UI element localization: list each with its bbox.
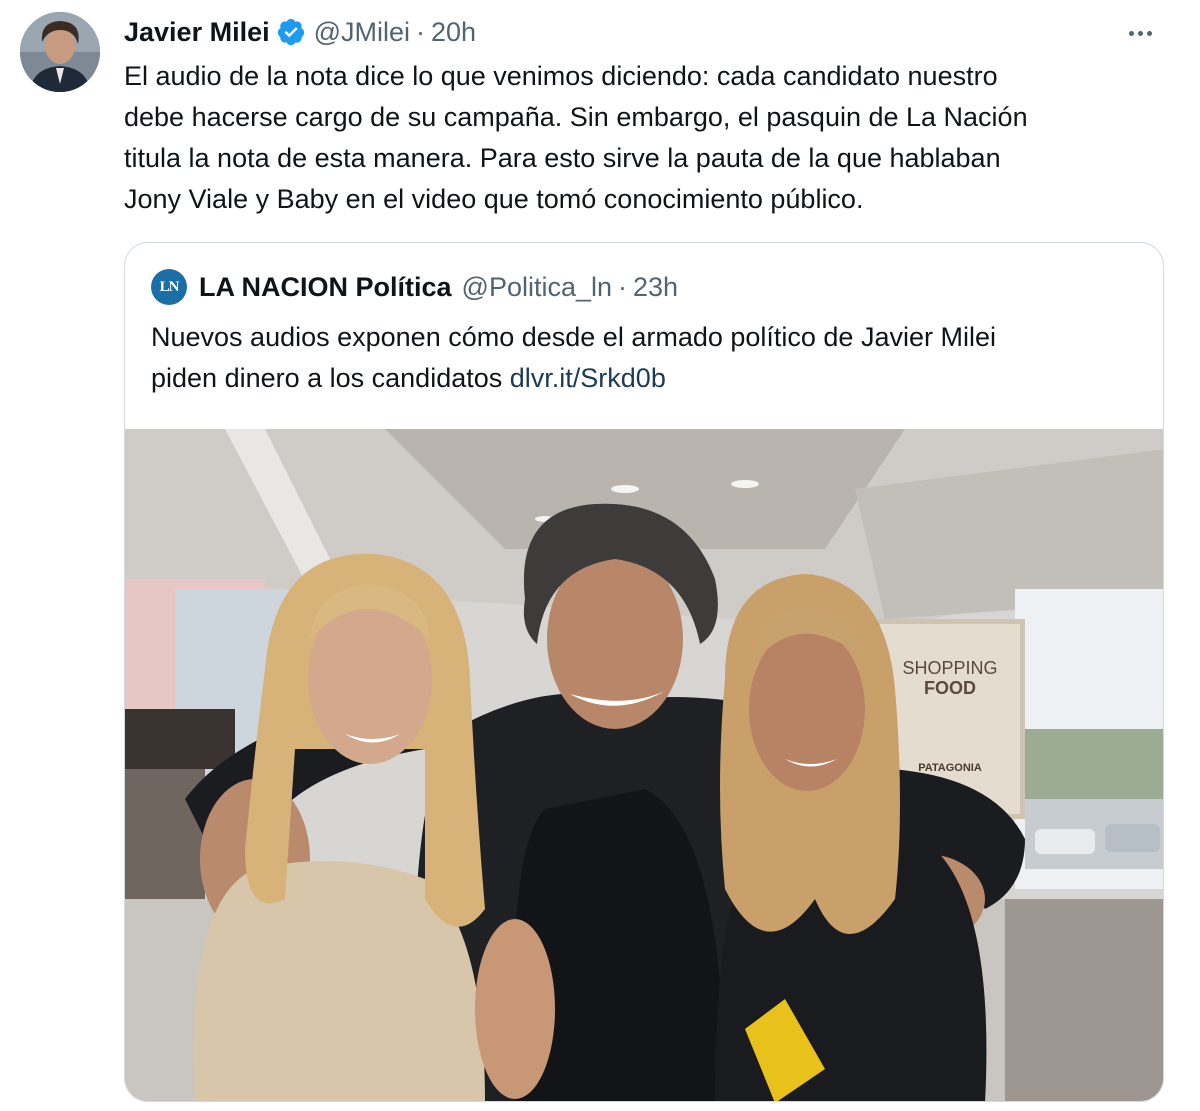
quoted-tweet-timestamp[interactable]: 23h — [633, 272, 678, 303]
quoted-author-handle[interactable]: @Politica_ln — [462, 272, 612, 303]
tweet[interactable]: Javier Milei @JMilei · 20h El audio de l… — [0, 0, 1200, 1111]
verified-badge-icon — [277, 18, 304, 46]
author-avatar[interactable] — [20, 12, 100, 92]
sign-brand: PATAGONIA — [918, 762, 982, 774]
quoted-tweet-photo[interactable]: SHOPPING FOOD PATAGONIA — [125, 429, 1163, 1101]
quoted-text-line: piden dinero a los candidatos dlvr.it/Sr… — [151, 358, 1141, 399]
sign-text-1: SHOPPING — [902, 658, 997, 678]
quoted-tweet[interactable]: LN LA NACION Política @Politica_ln · 23h… — [124, 242, 1164, 1102]
quoted-text-line-2: piden dinero a los candidatos — [151, 363, 510, 393]
tweet-text: El audio de la nota dice lo que venimos … — [124, 56, 1174, 220]
quoted-tweet-link[interactable]: dlvr.it/Srkd0b — [510, 363, 666, 393]
tweet-timestamp[interactable]: 20h — [431, 17, 476, 48]
quoted-tweet-header: LN LA NACION Política @Politica_ln · 23h — [151, 269, 678, 305]
author-name[interactable]: Javier Milei — [124, 17, 270, 48]
tweet-text-line: Jony Viale y Baby en el video que tomó c… — [124, 184, 864, 214]
tweet-text-line: debe hacerse cargo de su campaña. Sin em… — [124, 102, 1028, 132]
quoted-author-avatar[interactable]: LN — [151, 269, 187, 305]
author-handle[interactable]: @JMilei — [314, 17, 410, 48]
tweet-text-line: titula la nota de esta manera. Para esto… — [124, 143, 1001, 173]
separator-dot: · — [618, 271, 628, 302]
tweet-header: Javier Milei @JMilei · 20h — [124, 14, 476, 50]
tweet-text-line: El audio de la nota dice lo que venimos … — [124, 61, 998, 91]
more-horizontal-icon[interactable] — [1120, 18, 1160, 48]
quoted-tweet-text: Nuevos audios exponen cómo desde el arma… — [151, 317, 1141, 399]
sign-text-2: FOOD — [924, 678, 976, 698]
quoted-text-line: Nuevos audios exponen cómo desde el arma… — [151, 322, 996, 352]
quoted-author-name[interactable]: LA NACION Política — [199, 272, 452, 303]
separator-dot: · — [416, 16, 426, 47]
